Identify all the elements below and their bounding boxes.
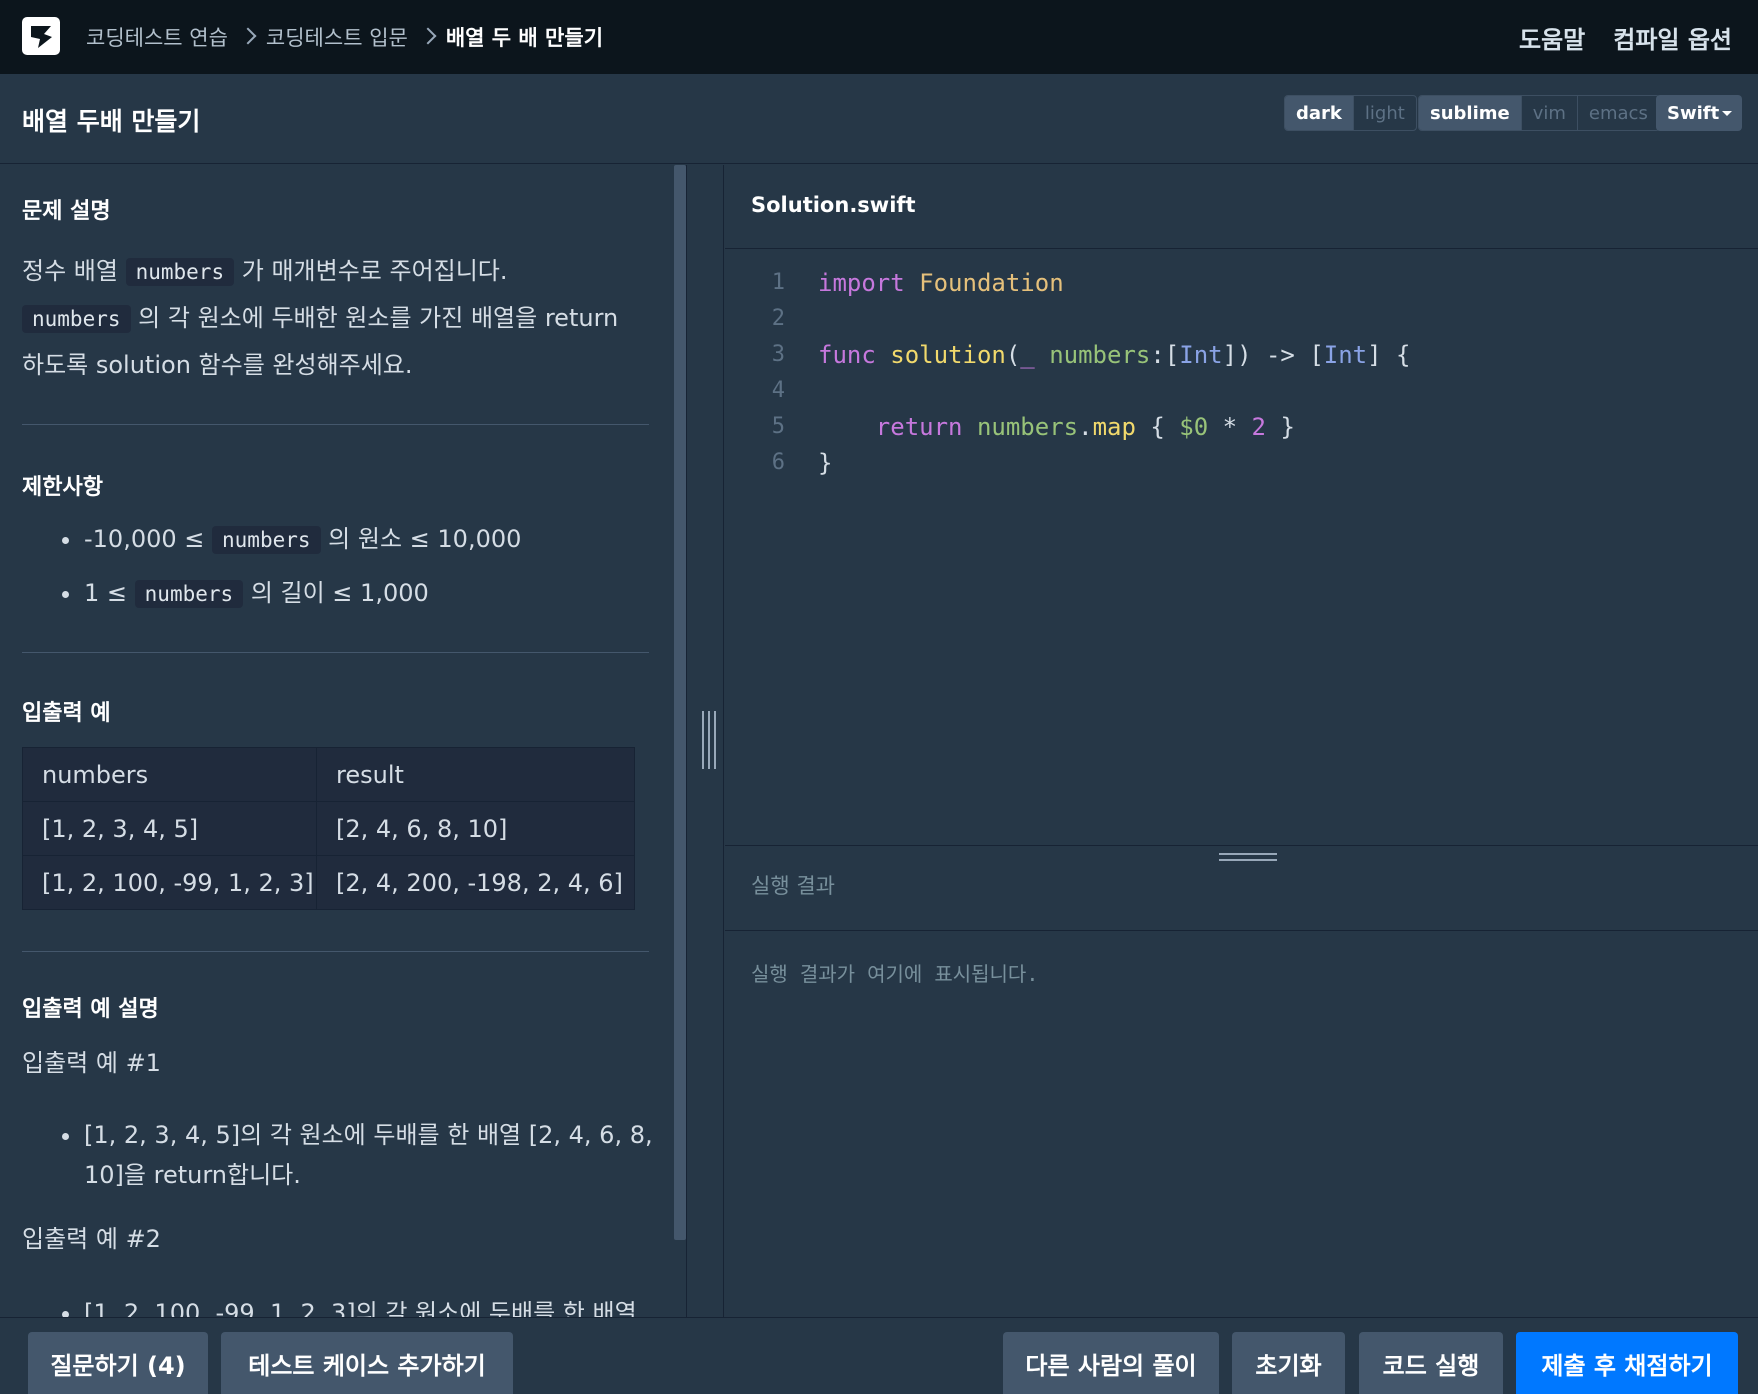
line-number: 4 <box>771 378 785 403</box>
problem-description-panel[interactable]: 문제 설명 정수 배열 numbers 가 매개변수로 주어집니다. numbe… <box>0 165 686 1317</box>
line-number: 6 <box>771 450 785 475</box>
example-explanation: [1, 2, 100, -99, 1, 2, 3]의 각 원소에 두배를 한 배… <box>62 1293 637 1317</box>
column-header: result <box>316 747 635 802</box>
keymap-vim-option[interactable]: vim <box>1520 96 1577 130</box>
theme-toggle: dark light <box>1284 95 1417 131</box>
breadcrumb-item-intro[interactable]: 코딩테스트 입문 <box>266 22 408 52</box>
breadcrumb-item-current: 배열 두 배 만들기 <box>445 26 604 50</box>
question-button[interactable]: 질문하기 (4) <box>28 1332 208 1394</box>
theme-dark-option[interactable]: dark <box>1285 96 1353 130</box>
compile-options-link[interactable]: 컴파일 옵션 <box>1613 20 1732 55</box>
section-heading-io-desc: 입출력 예 설명 <box>22 997 159 1022</box>
description-text: 정수 배열 numbers 가 매개변수로 주어집니다. numbers 의 각… <box>22 248 652 388</box>
run-code-button[interactable]: 코드 실행 <box>1359 1332 1503 1394</box>
line-number: 5 <box>771 414 785 439</box>
keymap-emacs-option[interactable]: emacs <box>1576 96 1659 130</box>
limit-text: 의 원소 ≤ 10,000 <box>328 525 522 553</box>
code-line: 1 import Foundation <box>725 265 1758 301</box>
bottom-action-bar: 질문하기 (4) 테스트 케이스 추가하기 다른 사람의 풀이 초기화 코드 실… <box>0 1317 1758 1394</box>
divider <box>22 652 649 653</box>
code-line: 4 <box>725 373 1758 409</box>
table-row: [1, 2, 100, -99, 1, 2, 3] [2, 4, 200, -1… <box>22 855 635 910</box>
example-explanation-text: [1, 2, 100, -99, 1, 2, 3]의 각 원소에 두배를 한 배… <box>84 1299 637 1317</box>
programmers-logo-icon[interactable] <box>22 17 60 55</box>
help-link[interactable]: 도움말 <box>1519 20 1585 55</box>
code-line: 2 <box>725 301 1758 337</box>
line-number: 2 <box>771 306 785 331</box>
reset-button[interactable]: 초기화 <box>1232 1332 1345 1394</box>
vertical-resize-grip-icon[interactable] <box>702 711 718 769</box>
breadcrumb: 코딩테스트 연습 코딩테스트 입문 배열 두 배 만들기 <box>86 0 603 74</box>
result-title: 실행 결과 <box>751 874 835 898</box>
language-select[interactable]: Swift <box>1656 95 1742 131</box>
caret-down-icon <box>1722 111 1732 116</box>
table-cell: [1, 2, 100, -99, 1, 2, 3] <box>22 855 317 910</box>
code-line: 5 return numbers.map { $0 * 2 } <box>725 409 1758 445</box>
problem-scrollbar[interactable] <box>674 165 686 1240</box>
io-example-table: numbers result [1, 2, 3, 4, 5] [2, 4, 6,… <box>22 747 635 910</box>
example-title: 입출력 예 #2 <box>22 1225 161 1253</box>
table-cell: [1, 2, 3, 4, 5] <box>22 801 317 856</box>
horizontal-resize-grip-icon[interactable] <box>1219 849 1277 865</box>
page-title: 배열 두배 만들기 <box>22 107 201 136</box>
section-heading-io: 입출력 예 <box>22 701 111 726</box>
section-heading-description: 문제 설명 <box>22 199 111 224</box>
inline-code: numbers <box>134 580 244 608</box>
language-select-value: Swift <box>1667 102 1720 124</box>
top-navbar: 코딩테스트 연습 코딩테스트 입문 배열 두 배 만들기 도움말 컴파일 옵션 <box>0 0 1758 74</box>
example-explanation-text: [1, 2, 3, 4, 5]의 각 원소에 두배를 한 배열 [2, 4, 6… <box>84 1121 653 1189</box>
limit-item: 1 ≤ numbers 의 길이 ≤ 1,000 <box>62 573 429 614</box>
limit-text: -10,000 ≤ <box>84 525 205 553</box>
chevron-right-icon <box>236 0 258 74</box>
table-cell: [2, 4, 200, -198, 2, 4, 6] <box>316 855 635 910</box>
description-text-part: 가 매개변수로 주어집니다. <box>241 257 508 285</box>
editor-file-tab: Solution.swift <box>725 165 1758 249</box>
submit-button[interactable]: 제출 후 채점하기 <box>1516 1332 1738 1394</box>
keymap-sublime-option[interactable]: sublime <box>1419 96 1521 130</box>
code-editor[interactable]: 1 import Foundation 2 3 func solution(_ … <box>725 265 1758 481</box>
table-header-row: numbers result <box>22 747 635 802</box>
editor-filename: Solution.swift <box>751 193 916 217</box>
inline-code: numbers <box>212 526 321 554</box>
column-header: numbers <box>22 747 317 802</box>
code-line: 3 func solution(_ numbers:[Int]) -> [Int… <box>725 337 1758 373</box>
inline-code: numbers <box>22 305 131 333</box>
table-cell: [2, 4, 6, 8, 10] <box>316 801 635 856</box>
description-text-part: 정수 배열 <box>22 257 118 285</box>
description-text-part: 의 각 원소에 두배한 원소를 가진 배열을 return <box>138 304 619 332</box>
breadcrumb-item-practice[interactable]: 코딩테스트 연습 <box>86 22 228 52</box>
table-row: [1, 2, 3, 4, 5] [2, 4, 6, 8, 10] <box>22 801 635 856</box>
inline-code: numbers <box>125 258 235 286</box>
section-heading-limits: 제한사항 <box>22 475 103 500</box>
divider <box>22 951 649 952</box>
add-testcase-button[interactable]: 테스트 케이스 추가하기 <box>221 1332 513 1394</box>
result-output: 실행 결과가 여기에 표시됩니다. <box>751 962 1039 986</box>
problem-titlebar: 배열 두배 만들기 dark light sublime vim emacs S… <box>0 74 1758 164</box>
description-text-part: 하도록 solution 함수를 완성해주세요. <box>22 351 413 379</box>
code-line: 6 } <box>725 445 1758 481</box>
example-title: 입출력 예 #1 <box>22 1049 161 1077</box>
code-editor-panel: Solution.swift 1 import Foundation 2 3 f… <box>725 165 1758 845</box>
line-number: 1 <box>771 270 785 295</box>
chevron-right-icon <box>416 0 438 74</box>
other-solutions-button[interactable]: 다른 사람의 풀이 <box>1003 1332 1219 1394</box>
keymap-toggle: sublime vim emacs <box>1418 95 1660 131</box>
limit-item: -10,000 ≤ numbers 의 원소 ≤ 10,000 <box>61 519 522 560</box>
divider <box>22 424 649 425</box>
limit-text: 1 ≤ <box>84 579 128 607</box>
theme-light-option[interactable]: light <box>1352 96 1416 130</box>
example-explanation: [1, 2, 3, 4, 5]의 각 원소에 두배를 한 배열 [2, 4, 6… <box>62 1115 654 1195</box>
line-number: 3 <box>771 342 785 367</box>
limit-text: 의 길이 ≤ 1,000 <box>250 579 429 607</box>
